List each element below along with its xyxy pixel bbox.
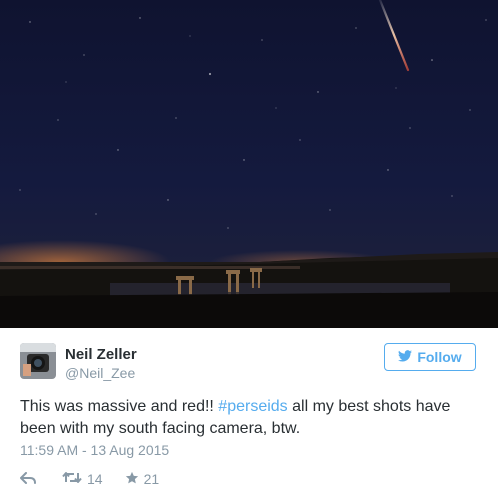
reply-icon: [20, 471, 36, 487]
tweet-actions: 14 21: [20, 469, 159, 489]
star-icon: [125, 471, 139, 488]
author-name[interactable]: Neil Zeller: [65, 346, 137, 363]
tweet-text: This was massive and red!! #perseids all…: [20, 396, 480, 440]
retweet-count: 14: [87, 471, 103, 487]
favorite-button[interactable]: 21: [125, 471, 160, 488]
author-handle[interactable]: @Neil_Zee: [65, 365, 135, 381]
tweet-timestamp[interactable]: 11:59 AM - 13 Aug 2015: [20, 442, 169, 458]
twitter-bird-icon: [398, 349, 413, 365]
reply-button[interactable]: [20, 471, 36, 487]
retweet-button[interactable]: 14: [62, 471, 103, 487]
retweet-icon: [62, 471, 82, 487]
favorite-count: 21: [143, 471, 160, 487]
follow-button[interactable]: Follow: [384, 343, 476, 371]
avatar[interactable]: [20, 343, 56, 379]
hashtag-link[interactable]: #perseids: [218, 398, 287, 415]
follow-label: Follow: [417, 349, 462, 365]
tweet-photo[interactable]: [0, 0, 498, 328]
tweet-text-start: This was massive and red!!: [20, 398, 219, 415]
